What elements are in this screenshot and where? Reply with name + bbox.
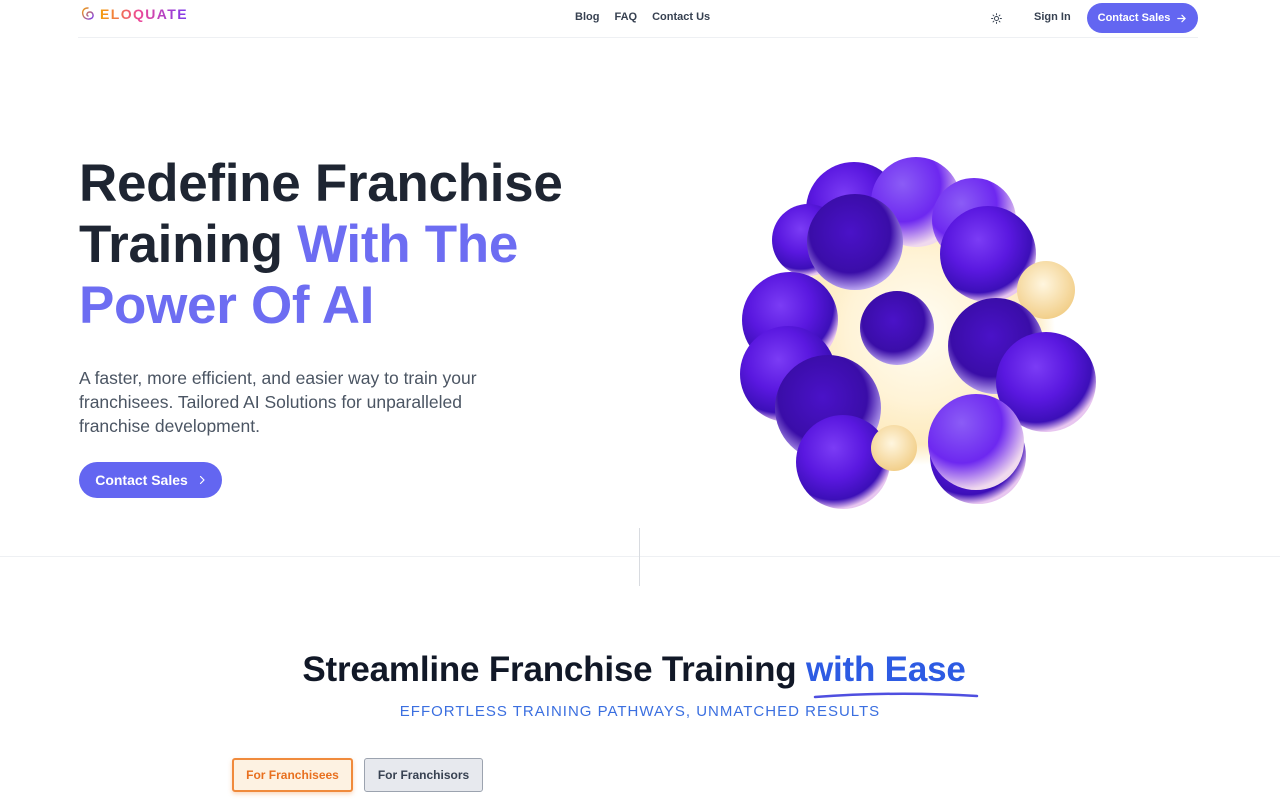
tab-for-franchisees[interactable]: For Franchisees	[232, 758, 353, 792]
sun-icon	[990, 12, 1002, 24]
brand-name: ELOQUATE	[100, 6, 188, 22]
nav-contact-sales-label: Contact Sales	[1097, 12, 1171, 24]
hero-title-line2-accent: With The	[297, 215, 519, 274]
section-title-accent: with Ease	[805, 650, 966, 689]
vertical-divider	[639, 528, 640, 586]
hero-title-line3-accent: Power Of AI	[79, 276, 375, 335]
arrow-right-icon	[1177, 14, 1187, 22]
sphere	[928, 394, 1024, 490]
brand-logo[interactable]: ELOQUATE	[80, 6, 188, 22]
top-navbar: ELOQUATE Blog FAQ Contact Us Sign In Con…	[0, 0, 1280, 38]
sphere	[871, 425, 917, 471]
nav-contact-sales-button[interactable]: Contact Sales	[1087, 3, 1198, 33]
hero-subtitle: A faster, more efficient, and easier way…	[79, 368, 477, 436]
hero-title-line2-plain: Training	[79, 215, 298, 274]
chevron-right-icon	[199, 475, 205, 485]
nav-link-blog[interactable]: Blog	[575, 11, 599, 23]
nav-links: Blog FAQ Contact Us	[575, 11, 710, 23]
logo-swirl-icon	[81, 7, 94, 20]
nav-link-faq[interactable]: FAQ	[614, 11, 637, 23]
sphere	[807, 194, 903, 290]
section-divider	[0, 556, 1280, 557]
section-title: Streamline Franchise Training with Ease	[0, 650, 1268, 690]
hero-contact-sales-button[interactable]: Contact Sales	[79, 462, 222, 498]
nav-link-contact-us[interactable]: Contact Us	[652, 11, 710, 23]
sphere	[860, 291, 934, 365]
squiggle-underline-icon	[813, 692, 979, 699]
tab-for-franchisors[interactable]: For Franchisors	[364, 758, 483, 792]
theme-toggle-button[interactable]	[988, 10, 1004, 26]
hero-contact-sales-label: Contact Sales	[95, 472, 188, 488]
hero-title-line1: Redefine Franchise	[79, 154, 563, 213]
navbar-divider	[78, 37, 1198, 38]
sphere-cluster-illustration	[740, 157, 1096, 509]
hero-title: Redefine Franchise Training With The Power…	[79, 153, 639, 336]
sign-in-link[interactable]: Sign In	[1034, 11, 1071, 23]
section-title-plain: Streamline Franchise Training	[302, 650, 806, 689]
section-subtitle: EFFORTLESS TRAINING PATHWAYS, UNMATCHED …	[399, 703, 881, 720]
